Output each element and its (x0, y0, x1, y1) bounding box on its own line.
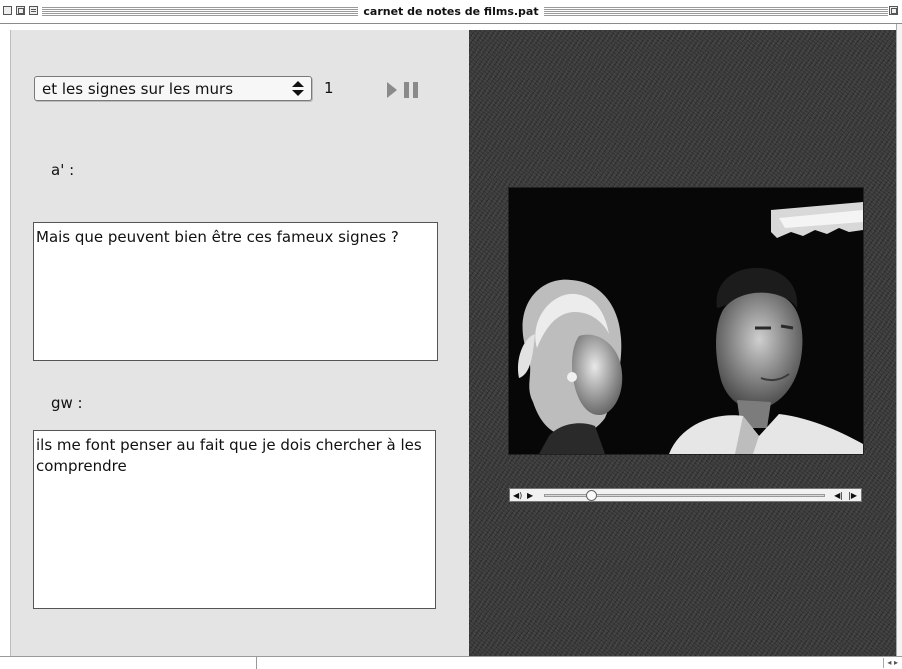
pause-icon[interactable] (404, 82, 418, 98)
progress-thumb[interactable] (586, 490, 598, 501)
video-frame[interactable] (508, 187, 864, 455)
vertical-scrollbar[interactable] (896, 24, 902, 656)
step-forward-icon[interactable]: |▶ (848, 491, 857, 500)
notes-panel: et les signes sur les murs 1 a' : Mais q… (10, 30, 470, 656)
title-bar[interactable]: carnet de notes de films.pat (0, 0, 902, 24)
sequence-select-value: et les signes sur les murs (42, 80, 234, 98)
note-text-field-1[interactable]: Mais que peuvent bien être ces fameux si… (33, 222, 438, 361)
select-arrows-icon (292, 81, 304, 96)
note-text-field-2[interactable]: ils me font penser au fait que je dois c… (33, 430, 436, 609)
volume-icon[interactable]: ◀) (513, 491, 522, 500)
speaker-label-1: a' : (51, 161, 75, 179)
step-back-icon[interactable]: ◀| (834, 491, 843, 500)
scrollbar-divider (256, 657, 257, 669)
window-title: carnet de notes de films.pat (358, 5, 544, 18)
video-panel: ◀) ▶ ◀| |▶ (469, 30, 896, 656)
film-still-image (509, 188, 863, 454)
play-icon[interactable] (387, 82, 397, 98)
sequence-counter: 1 (324, 79, 334, 97)
speaker-label-2: gw : (51, 394, 83, 412)
horizontal-scrollbar[interactable]: ◂ ▸ (0, 656, 902, 669)
scroll-arrows-icon[interactable]: ◂ ▸ (883, 658, 898, 668)
controller-play-icon[interactable]: ▶ (527, 491, 533, 500)
movie-controller: ◀) ▶ ◀| |▶ (509, 488, 862, 502)
window-shade-icon[interactable] (889, 6, 898, 15)
sequence-select[interactable]: et les signes sur les murs (34, 76, 312, 101)
